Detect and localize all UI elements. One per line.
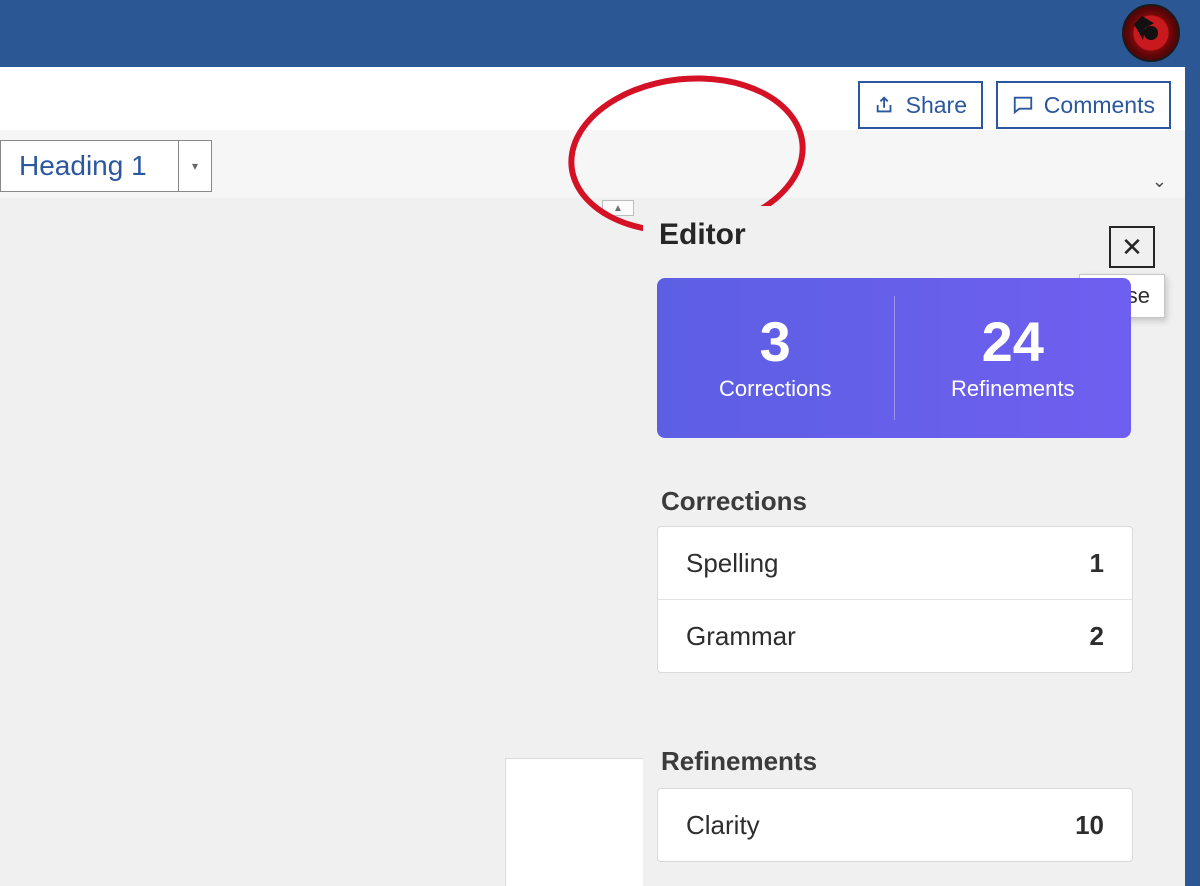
corrections-item-grammar[interactable]: Grammar 2 [658,599,1132,672]
list-item-count: 2 [1090,621,1104,652]
summary-refinements[interactable]: 24 Refinements [895,278,1132,438]
title-bar [0,0,1185,64]
pane-splitter-handle[interactable]: ▲ [602,200,634,216]
style-dropdown-label: Heading 1 [1,150,147,182]
share-button[interactable]: Share [858,81,983,129]
summary-refinements-label: Refinements [951,376,1075,402]
close-icon: ✕ [1121,232,1143,263]
section-title-refinements: Refinements [661,746,817,777]
summary-corrections-count: 3 [760,314,791,370]
list-item-count: 10 [1075,810,1104,841]
editor-pane-title: Editor [659,218,746,252]
refinements-item-clarity[interactable]: Clarity 10 [658,789,1132,861]
close-button[interactable]: ✕ [1109,226,1155,268]
refinements-list: Clarity 10 [657,788,1133,862]
comments-label: Comments [1044,92,1155,119]
comments-button[interactable]: Comments [996,81,1171,129]
chevron-down-icon[interactable]: ▾ [178,141,211,191]
list-item-label: Clarity [686,810,760,841]
ribbon-collapse-chevron-icon[interactable]: ⌄ [1152,171,1167,192]
list-item-count: 1 [1090,548,1104,579]
share-icon [874,94,896,116]
summary-corrections[interactable]: 3 Corrections [657,278,894,438]
share-label: Share [906,92,967,119]
comment-icon [1012,94,1034,116]
corrections-item-spelling[interactable]: Spelling 1 [658,527,1132,599]
editor-summary-card: 3 Corrections 24 Refinements [657,278,1131,438]
corrections-list: Spelling 1 Grammar 2 [657,526,1133,673]
document-page[interactable] [505,758,645,886]
section-title-corrections: Corrections [661,486,807,517]
summary-corrections-label: Corrections [719,376,831,402]
user-avatar[interactable] [1122,4,1180,62]
window-right-edge [1185,0,1200,886]
action-strip: Share Comments [0,64,1185,133]
list-item-label: Spelling [686,548,779,579]
list-item-label: Grammar [686,621,796,652]
editor-pane: Editor ✕ Close 3 Corrections 24 Refineme… [643,206,1185,886]
style-dropdown[interactable]: Heading 1 ▾ [0,140,212,192]
app-window: Share Comments ⌄ Heading 1 ▾ Find ▾ Dict… [0,0,1200,886]
summary-refinements-count: 24 [982,314,1044,370]
